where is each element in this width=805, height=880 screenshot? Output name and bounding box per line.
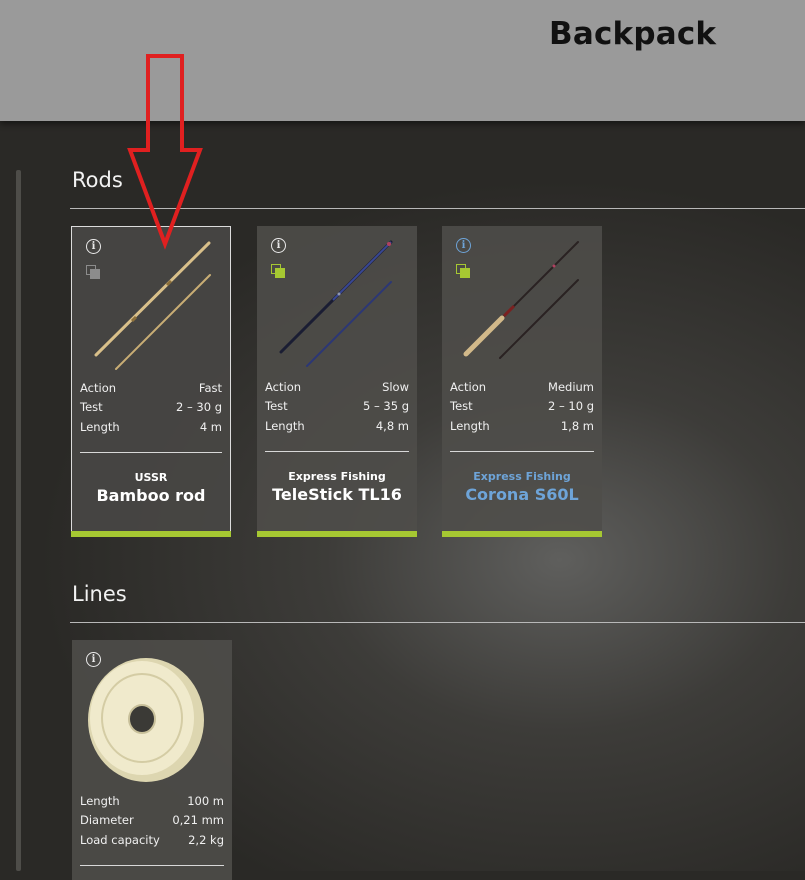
bamboo-rod-image bbox=[94, 241, 211, 370]
spec-value: 2,2 kg bbox=[188, 832, 224, 847]
spec-label: Test bbox=[80, 400, 103, 415]
spec-label: Length bbox=[80, 419, 120, 434]
spec-label: Test bbox=[450, 399, 473, 414]
spec-row: Test 2 – 30 g bbox=[80, 398, 222, 417]
spec-row: Diameter 0,21 mm bbox=[80, 811, 224, 830]
card-divider bbox=[80, 865, 224, 866]
item-brand: Express Fishing bbox=[473, 470, 571, 483]
rod-card-telestick[interactable]: i Action Slow Test 5 – 35 g Length 4,8 m… bbox=[257, 226, 417, 537]
spec-label: Length bbox=[450, 418, 490, 433]
line-card[interactable]: i Length 100 m Diameter 0,21 mm Load cap… bbox=[72, 640, 232, 880]
card-divider bbox=[80, 452, 222, 453]
spec-value: Slow bbox=[382, 380, 409, 394]
spec-row: Length 1,8 m bbox=[450, 417, 594, 436]
spec-list: Action Fast Test 2 – 30 g Length 4 m bbox=[80, 379, 222, 437]
spec-value: 2 – 10 g bbox=[548, 399, 594, 414]
section-divider bbox=[70, 208, 805, 209]
spec-row: Load capacity 2,2 kg bbox=[80, 831, 224, 850]
rod-card-corona[interactable]: i Action Medium Test 2 – 10 g Length 1,8… bbox=[442, 226, 602, 537]
section-heading-lines: Lines bbox=[72, 582, 127, 606]
item-model: Bamboo rod bbox=[96, 486, 206, 505]
spec-value: 1,8 m bbox=[560, 418, 594, 433]
spec-label: Length bbox=[80, 794, 120, 808]
spec-label: Action bbox=[450, 380, 487, 394]
spec-row: Length 4,8 m bbox=[265, 417, 409, 436]
spec-value: 0,21 mm bbox=[172, 813, 224, 828]
section-divider bbox=[70, 622, 805, 623]
status-bar bbox=[257, 531, 417, 537]
spec-row: Length 100 m bbox=[80, 792, 224, 811]
spec-row: Action Medium bbox=[450, 378, 594, 397]
item-brand: USSR bbox=[134, 471, 168, 484]
spec-value: 4 m bbox=[199, 419, 222, 434]
spec-value: Medium bbox=[548, 380, 594, 394]
spec-label: Test bbox=[265, 399, 288, 414]
spec-list: Length 100 m Diameter 0,21 mm Load capac… bbox=[80, 792, 224, 850]
top-bar: Backpack bbox=[0, 0, 805, 121]
spec-row: Action Fast bbox=[80, 379, 222, 398]
spec-label: Length bbox=[265, 418, 305, 433]
spec-row: Length 4 m bbox=[80, 418, 222, 437]
spec-value: 5 – 35 g bbox=[363, 399, 409, 414]
item-brand: Express Fishing bbox=[288, 470, 386, 483]
telestick-rod-image bbox=[279, 240, 393, 367]
status-bar bbox=[71, 531, 231, 537]
status-bar bbox=[442, 531, 602, 537]
spec-row: Test 2 – 10 g bbox=[450, 397, 594, 416]
spec-list: Action Medium Test 2 – 10 g Length 1,8 m bbox=[450, 378, 594, 436]
spec-value: 4,8 m bbox=[375, 418, 409, 433]
item-model: Corona S60L bbox=[465, 485, 579, 504]
spec-label: Action bbox=[265, 380, 302, 394]
spec-row: Test 5 – 35 g bbox=[265, 397, 409, 416]
spec-value: Fast bbox=[198, 381, 222, 395]
spec-list: Action Slow Test 5 – 35 g Length 4,8 m bbox=[265, 378, 409, 436]
section-heading-rods: Rods bbox=[72, 168, 123, 192]
item-model: TeleStick TL16 bbox=[272, 485, 402, 504]
spec-row: Action Slow bbox=[265, 378, 409, 397]
card-divider bbox=[265, 451, 409, 452]
corona-rod-image bbox=[463, 241, 579, 359]
spec-value: 2 – 30 g bbox=[176, 400, 222, 415]
rod-card-bamboo[interactable]: i Action Fast Test 2 – 30 g Length 4 m U… bbox=[71, 226, 231, 537]
fishing-line-spool-image bbox=[88, 658, 204, 782]
scrollbar[interactable] bbox=[16, 170, 21, 871]
spec-label: Action bbox=[80, 381, 117, 395]
page-title: Backpack bbox=[549, 16, 717, 52]
spec-value: 100 m bbox=[187, 794, 224, 808]
spec-label: Diameter bbox=[80, 813, 134, 828]
spec-label: Load capacity bbox=[80, 832, 160, 847]
card-divider bbox=[450, 451, 594, 452]
